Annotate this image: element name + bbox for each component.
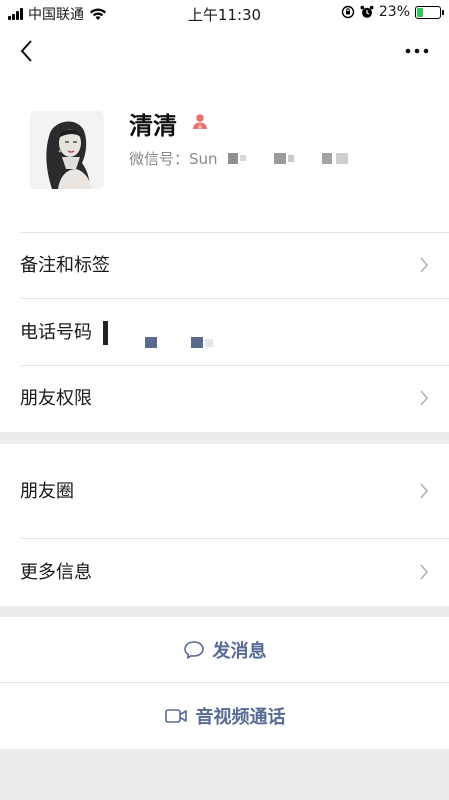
remark-tags-label: 备注和标签 <box>20 255 110 276</box>
female-icon <box>193 114 207 129</box>
phone-label: 电话号码 <box>20 322 92 343</box>
video-call-button[interactable]: 音视频通话 <box>0 683 449 749</box>
avatar-portrait-icon <box>30 111 104 189</box>
status-right: 23% <box>341 4 444 20</box>
more-info-label: 更多信息 <box>20 562 92 583</box>
chevron-right-icon <box>420 257 429 273</box>
more-icon[interactable] <box>403 40 431 62</box>
back-icon[interactable] <box>16 38 40 64</box>
send-message-label: 发消息 <box>212 641 267 662</box>
friend-permissions-row[interactable]: 朋友权限 <box>0 365 449 432</box>
phone-row[interactable]: 电话号码 <box>0 299 449 366</box>
wechat-id-value: Sun <box>189 150 218 168</box>
chat-bubble-icon <box>183 641 204 659</box>
battery-icon <box>415 5 444 19</box>
redaction-mosaic <box>103 321 213 348</box>
moments-label: 朋友圈 <box>20 481 74 502</box>
battery-percent: 23% <box>378 4 410 20</box>
contact-settings-list: 备注和标签 电话号码 朋友权限 <box>0 232 449 432</box>
profile-card: 清清 微信号：Sun <box>0 78 449 232</box>
more-info-row[interactable]: 更多信息 <box>0 539 449 606</box>
moments-row[interactable]: 朋友圈 <box>0 458 449 525</box>
avatar[interactable] <box>30 111 104 189</box>
friend-permissions-label: 朋友权限 <box>20 388 92 409</box>
send-message-button[interactable]: 发消息 <box>0 617 449 683</box>
wechat-id: 微信号：Sun <box>129 148 218 169</box>
remark-tags-row[interactable]: 备注和标签 <box>0 232 449 299</box>
chevron-right-icon <box>420 390 429 406</box>
orientation-lock-icon <box>341 5 355 19</box>
contact-name: 清清 <box>129 112 177 140</box>
chevron-right-icon <box>420 483 429 499</box>
chevron-right-icon <box>420 564 429 580</box>
battery-fill <box>417 7 423 17</box>
video-camera-icon <box>164 709 187 723</box>
nav-bar <box>0 26 449 78</box>
video-call-label: 音视频通话 <box>195 707 286 728</box>
wechat-id-label: 微信号： <box>129 150 190 168</box>
status-bar: 中国联通 上午11:30 23% <box>0 0 449 26</box>
alarm-icon <box>360 5 374 18</box>
redaction-mosaic <box>228 153 348 164</box>
contact-info-list: 朋友圈 更多信息 <box>0 444 449 606</box>
